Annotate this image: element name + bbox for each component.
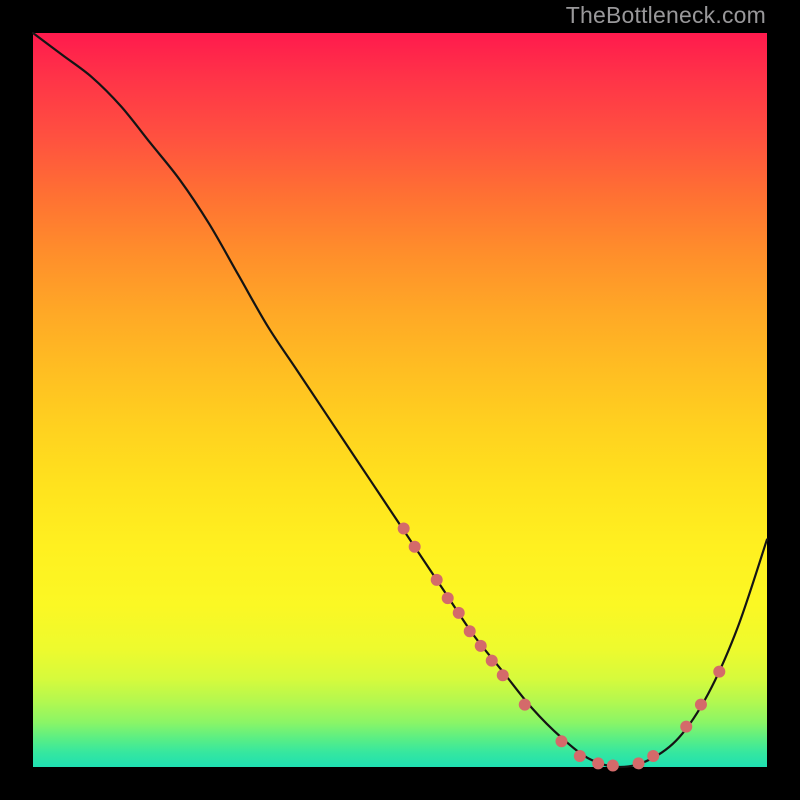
curve-dot [398, 522, 410, 534]
curve-dot [486, 655, 498, 667]
curve-line [33, 33, 767, 767]
curve-dot [442, 592, 454, 604]
curve-dot [464, 625, 476, 637]
curve-dot [680, 721, 692, 733]
curve-dot [453, 607, 465, 619]
curve-dot [519, 699, 531, 711]
curve-dot [607, 760, 619, 772]
bottleneck-curve-svg [33, 33, 767, 767]
curve-dot [409, 541, 421, 553]
curve-dots-group [398, 522, 726, 771]
curve-dot [475, 640, 487, 652]
curve-dot [633, 757, 645, 769]
curve-dot [555, 735, 567, 747]
curve-dot [713, 666, 725, 678]
curve-dot [647, 750, 659, 762]
curve-dot [431, 574, 443, 586]
curve-dot [497, 669, 509, 681]
curve-dot [574, 750, 586, 762]
curve-dot [592, 757, 604, 769]
curve-dot [695, 699, 707, 711]
watermark-text: TheBottleneck.com [566, 2, 766, 29]
